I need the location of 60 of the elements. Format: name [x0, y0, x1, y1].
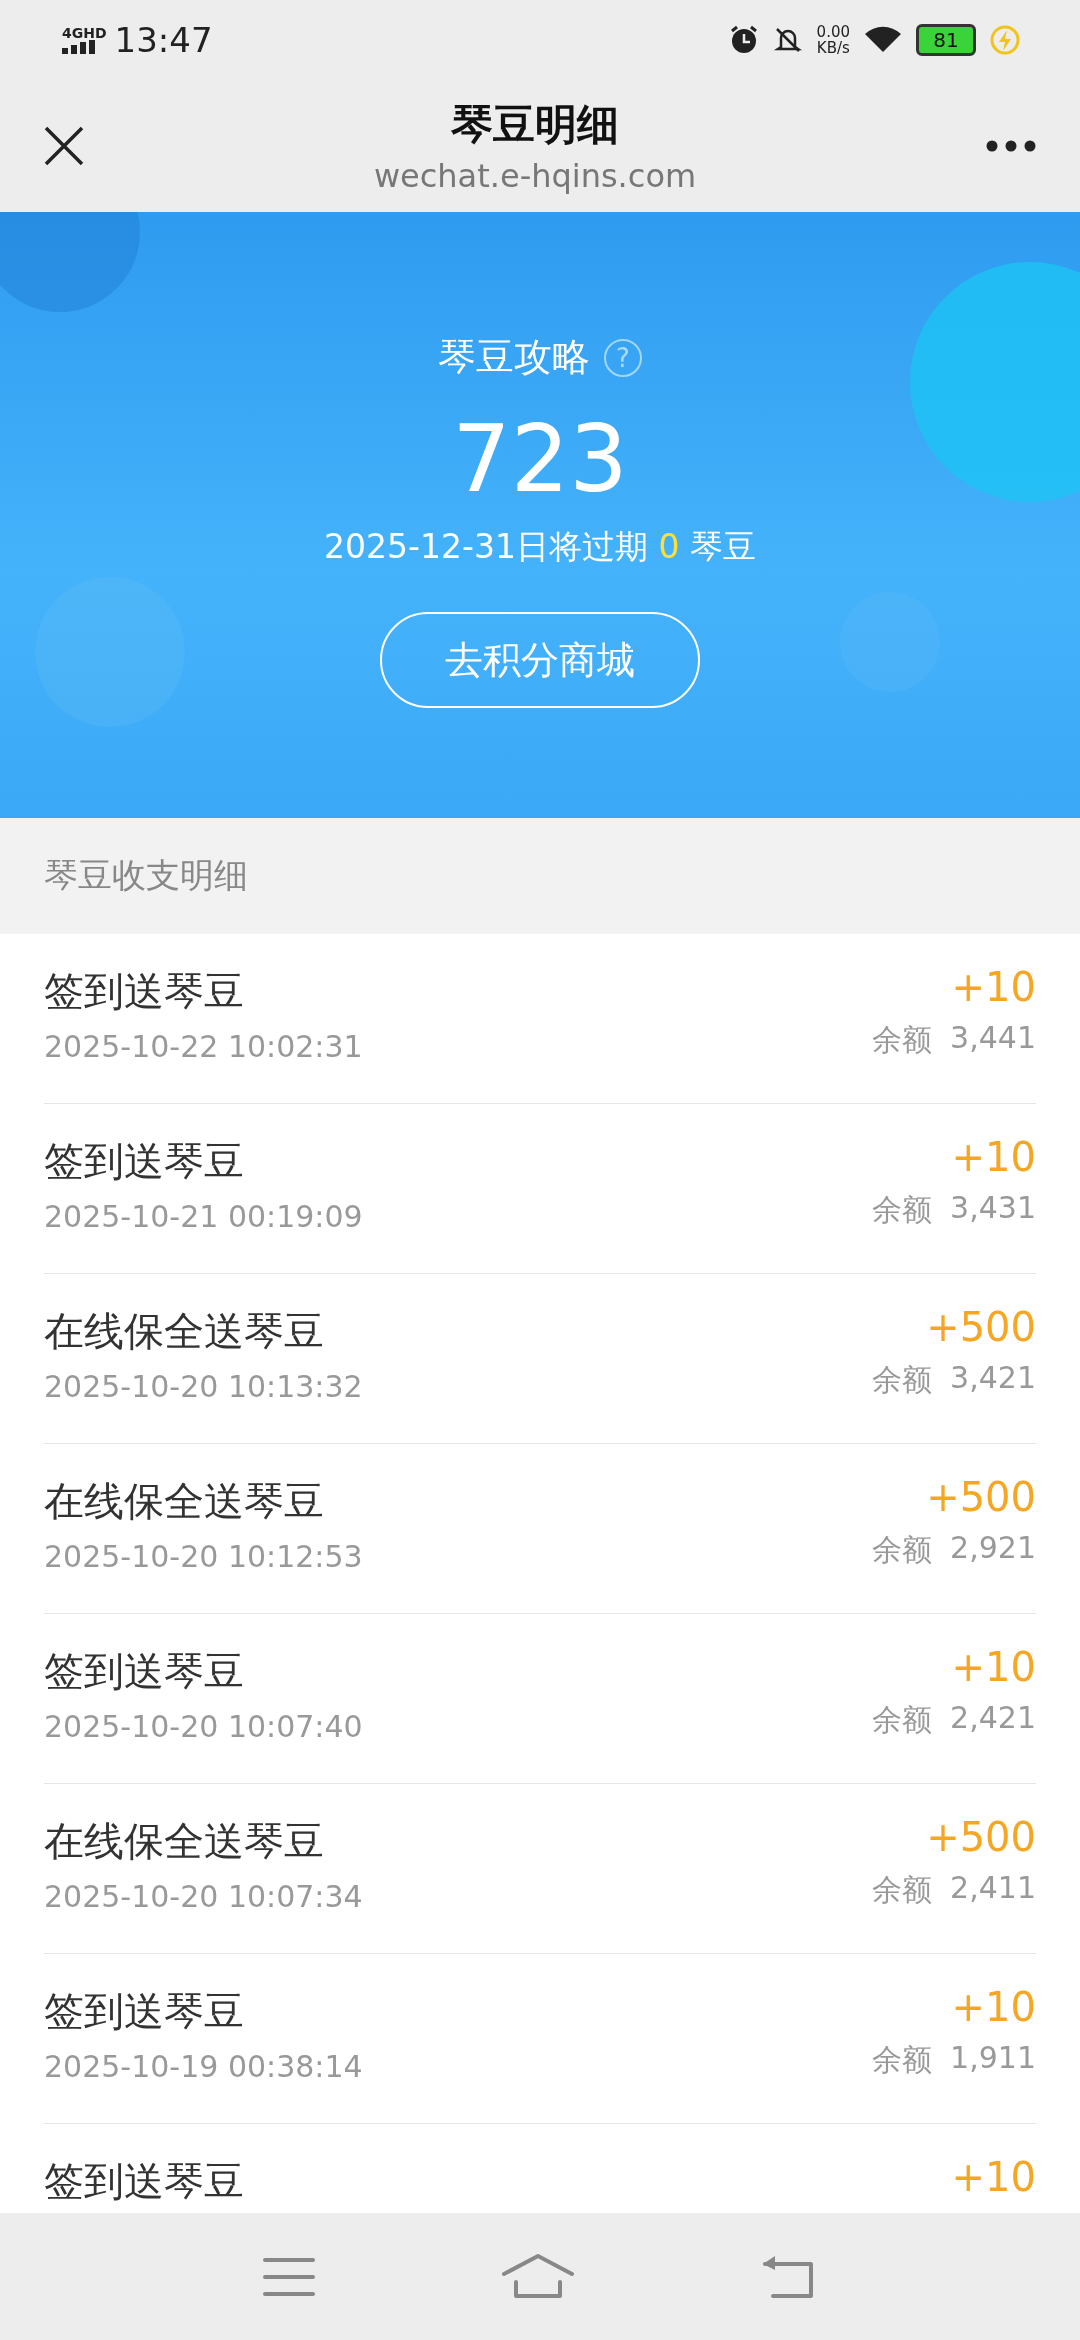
record-time: 2025-10-20 10:13:32	[44, 1369, 363, 1404]
balance-value: 2,921	[950, 1530, 1036, 1567]
speed-unit: KB/s	[816, 40, 850, 56]
record-amount: +500	[926, 1814, 1036, 1860]
record-time: 2025-10-20 10:07:34	[44, 1879, 363, 1914]
balance-label: 余额	[872, 2041, 933, 2079]
balance-label: 余额	[872, 1531, 933, 1569]
points-mall-button[interactable]: 去积分商城	[380, 612, 700, 708]
more-icon	[986, 140, 1036, 152]
record-title: 签到送琴豆	[44, 2157, 244, 2206]
clock-time: 13:47	[114, 20, 213, 60]
balance-value: 2,421	[950, 1700, 1036, 1737]
balance-label: 余额	[872, 1871, 933, 1909]
balance-value: 1,911	[950, 2040, 1036, 2077]
close-icon	[44, 126, 84, 166]
balance-value: 3,421	[950, 1360, 1036, 1397]
page-title: 琴豆明细	[451, 99, 619, 151]
wifi-icon	[864, 26, 902, 54]
record-time: 2025-10-19 00:38:14	[44, 2049, 363, 2084]
balance-label: 余额	[872, 1191, 933, 1229]
record-title: 签到送琴豆	[44, 1647, 245, 1696]
menu-icon	[263, 2256, 316, 2297]
home-icon	[502, 2253, 574, 2300]
record-amount: +10	[951, 1134, 1036, 1180]
speed-value: 0.00	[816, 24, 850, 40]
balance-label: 余额	[872, 1361, 933, 1399]
record-time: 2025-10-22 10:02:31	[44, 1029, 363, 1064]
record-amount: +10	[951, 1984, 1036, 2030]
section-title: 琴豆收支明细	[44, 854, 248, 897]
help-icon[interactable]: ?	[604, 338, 642, 377]
record-time: 2025-10-20 10:07:40	[44, 1709, 363, 1744]
guide-label[interactable]: 琴豆攻略	[438, 332, 590, 383]
record-amount: +10	[951, 1644, 1036, 1690]
record-time: 2025-10-20 10:12:53	[44, 1539, 363, 1574]
balance-value: 3,431	[950, 1190, 1036, 1227]
record-amount: +500	[926, 1304, 1036, 1350]
record-amount: +10	[951, 2154, 1036, 2200]
home-button[interactable]	[502, 2253, 574, 2300]
record-time: 2025-10-21 00:19:09	[44, 1199, 363, 1234]
signal-icon	[62, 40, 96, 54]
menu-button[interactable]	[263, 2256, 316, 2297]
balance-value: 2,411	[950, 1870, 1036, 1907]
balance-label: 余额	[872, 1701, 933, 1739]
record-title: 在线保全送琴豆	[44, 1307, 325, 1356]
charging-icon	[990, 25, 1020, 55]
record-amount: +10	[951, 964, 1036, 1010]
record-amount: +500	[926, 1474, 1036, 1520]
battery-level: 81	[916, 24, 976, 56]
record-title: 签到送琴豆	[44, 967, 245, 1016]
record-title: 签到送琴豆	[44, 1137, 245, 1186]
network-label: 4GHD	[62, 26, 107, 40]
expiry-note: 2025-12-31日将过期 0 琴豆	[324, 526, 756, 568]
record-title: 在线保全送琴豆	[44, 1477, 325, 1526]
balance-value: 3,441	[950, 1020, 1036, 1057]
record-title: 签到送琴豆	[44, 1987, 245, 2036]
page-url: wechat.e-hqins.com	[373, 157, 697, 195]
balance-label: 余额	[872, 1021, 933, 1059]
points-balance: 723	[452, 405, 628, 515]
record-title: 在线保全送琴豆	[44, 1817, 325, 1866]
alarm-icon	[728, 25, 759, 55]
